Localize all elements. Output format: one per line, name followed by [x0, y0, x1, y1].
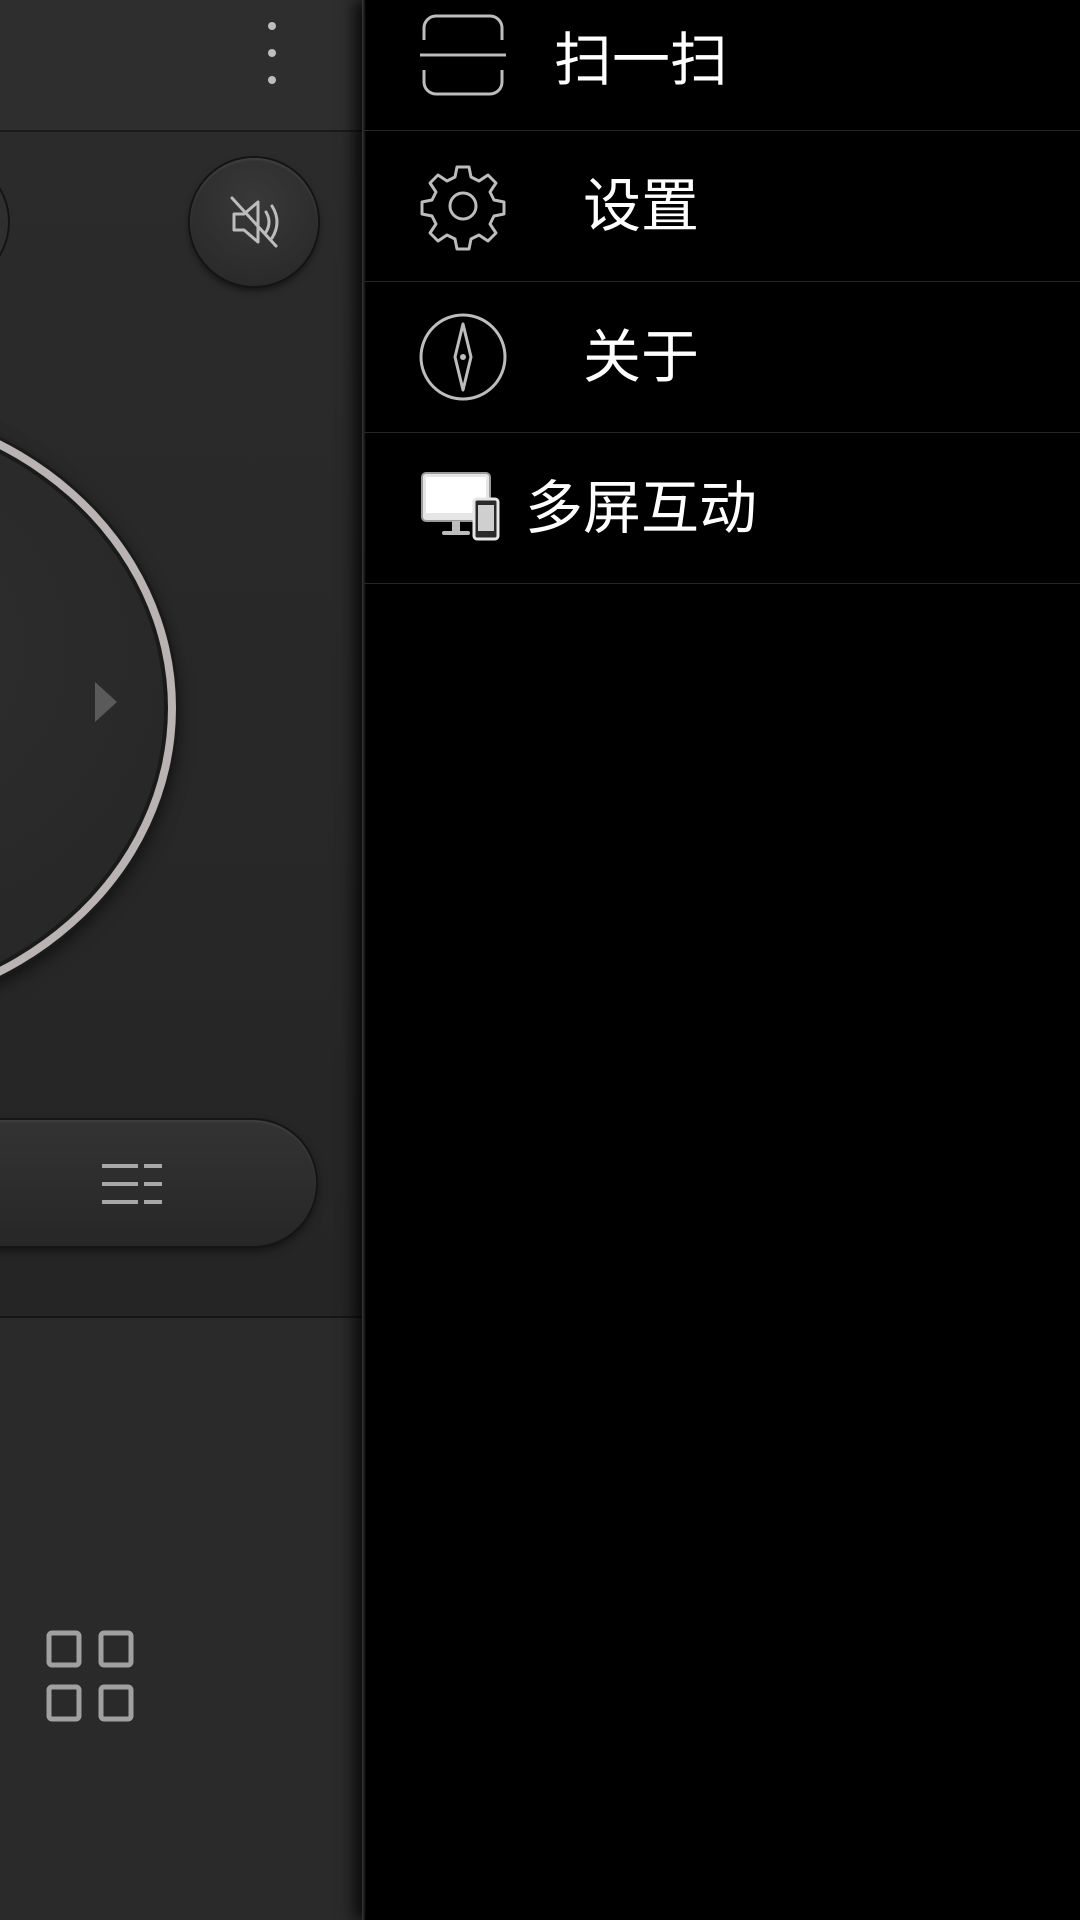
navigation-drawer: 扫一扫 设置 关于 多屏互动: [362, 0, 1080, 1920]
drawer-item-settings[interactable]: 设置: [362, 131, 1080, 282]
drawer-item-label: 多屏互动: [524, 474, 757, 542]
menu-icon: [102, 1164, 162, 1204]
drawer-item-label: 关于: [582, 323, 699, 391]
drawer-item-label: 设置: [582, 172, 699, 240]
drawer-item-about[interactable]: 关于: [362, 282, 1080, 433]
overflow-menu-icon[interactable]: [262, 22, 282, 88]
apps-grid-icon[interactable]: [46, 1630, 134, 1722]
drawer-item-multi-screen[interactable]: 多屏互动: [362, 433, 1080, 584]
menu-button[interactable]: [0, 1120, 316, 1246]
drawer-item-label: 扫一扫: [553, 26, 728, 94]
drawer-item-scan[interactable]: 扫一扫: [362, 0, 1080, 131]
mute-icon: [230, 196, 279, 248]
right-arrow-icon[interactable]: [95, 682, 117, 722]
